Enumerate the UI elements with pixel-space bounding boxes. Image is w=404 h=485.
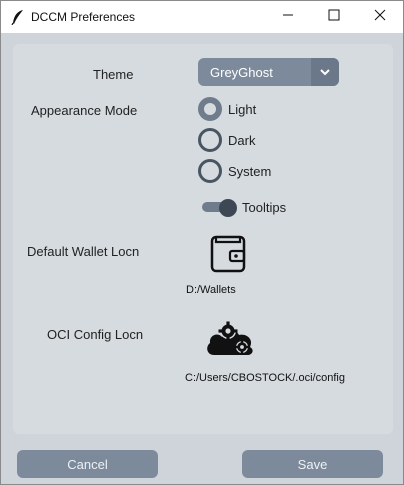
minimize-button[interactable] [265,1,311,33]
radio-dark-label: Dark [228,133,256,148]
close-icon [374,8,386,26]
theme-value: GreyGhost [210,65,273,80]
theme-label: Theme [93,67,134,82]
wallet-location-label: Default Wallet Locn [27,244,140,259]
radio-light-label: Light [228,102,257,117]
tooltips-label: Tooltips [242,200,287,215]
cancel-button[interactable]: Cancel [17,450,158,478]
save-button[interactable]: Save [242,450,383,478]
appearance-mode-label: Appearance Mode [31,103,138,118]
radio-system-label: System [228,164,272,179]
minimize-icon [282,8,294,26]
theme-dropdown[interactable]: GreyGhost [198,58,339,86]
oci-config-path: C:/Users/CBOSTOCK/.oci/config [185,372,345,384]
maximize-button[interactable] [311,1,357,33]
radio-light[interactable] [198,97,222,121]
maximize-icon [328,8,340,26]
radio-dark[interactable] [198,128,222,152]
feather-icon [11,9,25,26]
title-bar: DCCM Preferences [1,1,403,33]
preferences-window: DCCM Preferences Theme GreyGhost Appeara… [0,0,404,485]
close-button[interactable] [357,1,403,33]
chevron-down-icon [320,63,330,81]
theme-dropdown-arrow[interactable] [311,58,339,86]
switch-knob [219,199,237,217]
wallet-path: D:/Wallets [186,284,236,296]
tooltips-switch[interactable] [202,199,237,217]
radio-system[interactable] [198,159,222,183]
wallet-icon[interactable] [210,233,246,278]
oci-config-label: OCI Config Locn [47,327,144,342]
window-title: DCCM Preferences [31,10,136,24]
cloud-gears-icon[interactable] [204,317,256,364]
